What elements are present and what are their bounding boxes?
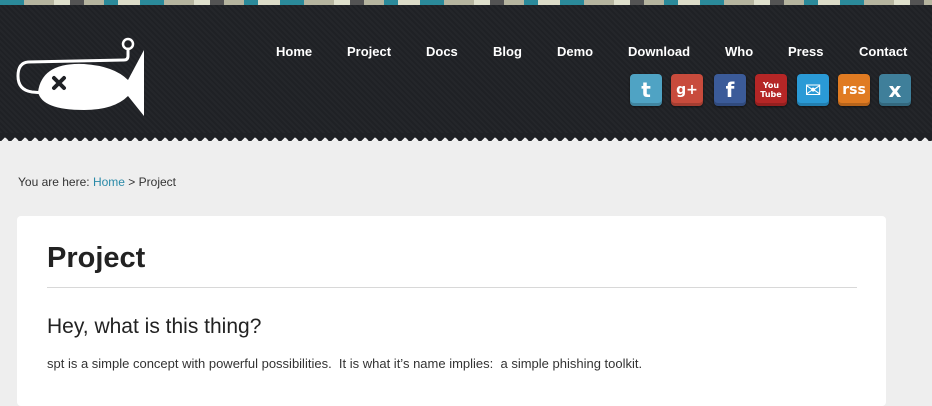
email-icon[interactable]: ✉ — [797, 74, 829, 106]
xing-icon[interactable]: x — [879, 74, 911, 106]
twitter-glyph: t — [641, 78, 651, 102]
breadcrumb-current: Project — [138, 175, 177, 189]
page-title: Project — [47, 242, 146, 274]
main-nav: Home Project Docs Blog Demo Download Who Press C… — [0, 44, 932, 60]
rss-icon[interactable]: rss — [838, 74, 870, 106]
youtube-glyph: You Tube — [760, 81, 782, 99]
facebook-glyph: f — [725, 78, 735, 102]
youtube-icon[interactable]: You Tube — [755, 74, 787, 106]
nav-item-home[interactable]: Home — [276, 44, 312, 59]
xing-glyph: x — [888, 78, 902, 102]
intro-paragraph: spt is a simple concept with powerful po… — [47, 356, 643, 371]
header-zigzag-edge — [0, 133, 932, 141]
breadcrumb-home-link[interactable]: Home — [93, 175, 125, 189]
nav-item-who[interactable]: Who — [725, 44, 753, 59]
breadcrumb-separator: > — [124, 175, 139, 189]
rss-glyph: rss — [842, 82, 866, 98]
nav-item-press[interactable]: Press — [788, 44, 823, 59]
nav-item-demo[interactable]: Demo — [557, 44, 593, 59]
facebook-icon[interactable]: f — [714, 74, 746, 106]
nav-item-project[interactable]: Project — [347, 44, 391, 59]
breadcrumb-prefix: You are here: — [18, 175, 93, 189]
section-heading: Hey, what is this thing? — [47, 315, 262, 338]
nav-item-contact[interactable]: Contact — [859, 44, 907, 59]
nav-item-blog[interactable]: Blog — [493, 44, 522, 59]
twitter-icon[interactable]: t — [630, 74, 662, 106]
nav-item-download[interactable]: Download — [628, 44, 690, 59]
breadcrumb: You are here: Home > Project — [18, 175, 176, 189]
google-plus-glyph: g+ — [676, 82, 698, 98]
email-glyph: ✉ — [804, 78, 822, 102]
content-card: Project Hey, what is this thing? spt is … — [17, 216, 886, 406]
google-plus-icon[interactable]: g+ — [671, 74, 703, 106]
nav-item-docs[interactable]: Docs — [426, 44, 458, 59]
title-divider — [47, 287, 857, 288]
social-icons: t g+ f You Tube ✉ rss x — [0, 74, 932, 108]
